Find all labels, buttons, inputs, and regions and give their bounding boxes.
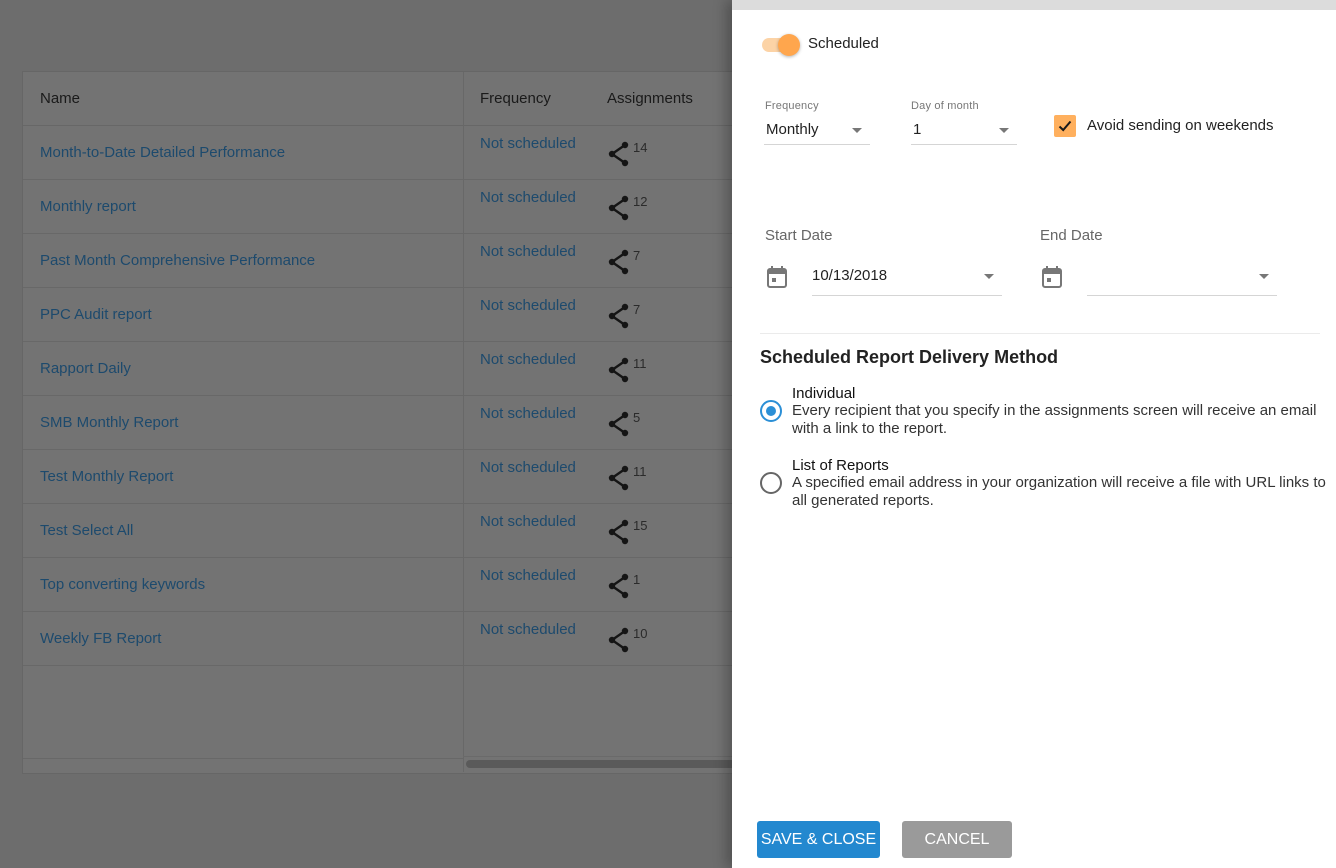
assignment-count: 10 (633, 626, 648, 641)
schedule-panel: Scheduled Frequency Monthly Day of month… (732, 0, 1336, 868)
table-row: Month-to-Date Detailed Performance Not sc… (23, 126, 761, 180)
frequency-link[interactable]: Not scheduled (480, 621, 580, 639)
share-icon (608, 411, 629, 437)
start-date-value: 10/13/2018 (812, 267, 888, 284)
chevron-down-icon (1259, 274, 1269, 279)
cancel-button[interactable]: CANCEL (902, 821, 1012, 858)
share-icon (608, 195, 629, 221)
calendar-icon[interactable] (766, 265, 788, 289)
frequency-link[interactable]: Not scheduled (480, 189, 580, 207)
column-header-name[interactable]: Name (40, 72, 80, 126)
frequency-link[interactable]: Not scheduled (480, 351, 580, 369)
assignment-count: 5 (633, 410, 641, 425)
share-icon (608, 519, 629, 545)
reports-table: Name Frequency Assignments Month-to-Date… (22, 71, 766, 774)
frequency-label: Frequency (765, 100, 819, 112)
column-header-frequency[interactable]: Frequency (480, 72, 551, 126)
avoid-weekends-checkbox[interactable] (1054, 115, 1076, 137)
report-name-link[interactable]: PPC Audit report (40, 288, 152, 342)
radio-individual-title: Individual (792, 385, 856, 402)
scheduled-toggle[interactable] (760, 32, 802, 56)
report-name-link[interactable]: Top converting keywords (40, 558, 205, 612)
scroll-track (463, 756, 761, 757)
day-of-month-select[interactable]: 1 (911, 117, 1017, 145)
share-icon (608, 303, 629, 329)
report-name-link[interactable]: Test Monthly Report (40, 450, 173, 504)
table-row: Test Monthly Report Not scheduled 11 (23, 450, 761, 504)
share-icon (608, 141, 629, 167)
chevron-down-icon (984, 274, 994, 279)
table-row: Rapport Daily Not scheduled 11 (23, 342, 761, 396)
assignment-count: 7 (633, 248, 641, 263)
frequency-link[interactable]: Not scheduled (480, 405, 580, 423)
share-icon (608, 249, 629, 275)
calendar-icon[interactable] (1041, 265, 1063, 289)
chevron-down-icon (999, 128, 1009, 133)
table-header: Name Frequency Assignments (23, 72, 761, 126)
checkmark-icon (1058, 120, 1072, 132)
toggle-thumb (778, 34, 800, 56)
radio-individual[interactable] (760, 400, 782, 422)
panel-top-bar (732, 0, 1336, 10)
frequency-select[interactable]: Monthly (764, 117, 870, 145)
report-name-link[interactable]: Past Month Comprehensive Performance (40, 234, 315, 288)
horizontal-scrollbar[interactable] (466, 760, 766, 768)
scheduled-toggle-label: Scheduled (808, 35, 879, 52)
delivery-method-title: Scheduled Report Delivery Method (760, 347, 1059, 367)
frequency-link[interactable]: Not scheduled (480, 459, 580, 477)
table-row: Past Month Comprehensive Performance Not … (23, 234, 761, 288)
chevron-down-icon (852, 128, 862, 133)
report-name-link[interactable]: Month-to-Date Detailed Performance (40, 126, 285, 180)
section-divider (760, 333, 1320, 334)
report-name-link[interactable]: Test Select All (40, 504, 133, 558)
assignment-count: 14 (633, 140, 648, 155)
table-footer-divider (23, 758, 463, 759)
table-row: Monthly report Not scheduled 12 (23, 180, 761, 234)
radio-list-of-reports-title: List of Reports (792, 457, 889, 474)
frequency-link[interactable]: Not scheduled (480, 243, 580, 261)
frequency-link[interactable]: Not scheduled (480, 297, 580, 315)
table-row: Weekly FB Report Not scheduled 10 (23, 612, 761, 666)
assignment-count: 15 (633, 518, 648, 533)
end-date-input[interactable] (1087, 262, 1277, 296)
report-name-link[interactable]: Weekly FB Report (40, 612, 161, 666)
assignment-count: 11 (633, 464, 647, 479)
report-name-link[interactable]: Rapport Daily (40, 342, 131, 396)
assignment-count: 11 (633, 356, 647, 371)
radio-list-of-reports-description: A specified email address in your organi… (792, 474, 1326, 509)
frequency-value: Monthly (766, 121, 819, 138)
frequency-link[interactable]: Not scheduled (480, 135, 580, 153)
share-icon (608, 627, 629, 653)
radio-list-of-reports[interactable] (760, 472, 782, 494)
table-row: SMB Monthly Report Not scheduled 5 (23, 396, 761, 450)
frequency-link[interactable]: Not scheduled (480, 567, 580, 585)
frequency-link[interactable]: Not scheduled (480, 513, 580, 531)
start-date-input[interactable]: 10/13/2018 (812, 262, 1002, 296)
share-icon (608, 357, 629, 383)
report-name-link[interactable]: SMB Monthly Report (40, 396, 178, 450)
table-row: PPC Audit report Not scheduled 7 (23, 288, 761, 342)
save-and-close-button[interactable]: SAVE & CLOSE (757, 821, 880, 858)
assignment-count: 7 (633, 302, 641, 317)
table-row: Test Select All Not scheduled 15 (23, 504, 761, 558)
assignment-count: 1 (633, 572, 641, 587)
assignment-count: 12 (633, 194, 648, 209)
end-date-label: End Date (1040, 227, 1103, 244)
share-icon (608, 465, 629, 491)
day-of-month-label: Day of month (911, 100, 979, 112)
column-header-assignments[interactable]: Assignments (607, 72, 693, 126)
share-icon (608, 573, 629, 599)
avoid-weekends-label: Avoid sending on weekends (1087, 117, 1274, 134)
report-name-link[interactable]: Monthly report (40, 180, 136, 234)
radio-individual-description: Every recipient that you specify in the … (792, 402, 1317, 437)
start-date-label: Start Date (765, 227, 833, 244)
table-row: Top converting keywords Not scheduled 1 (23, 558, 761, 612)
day-of-month-value: 1 (913, 121, 922, 138)
